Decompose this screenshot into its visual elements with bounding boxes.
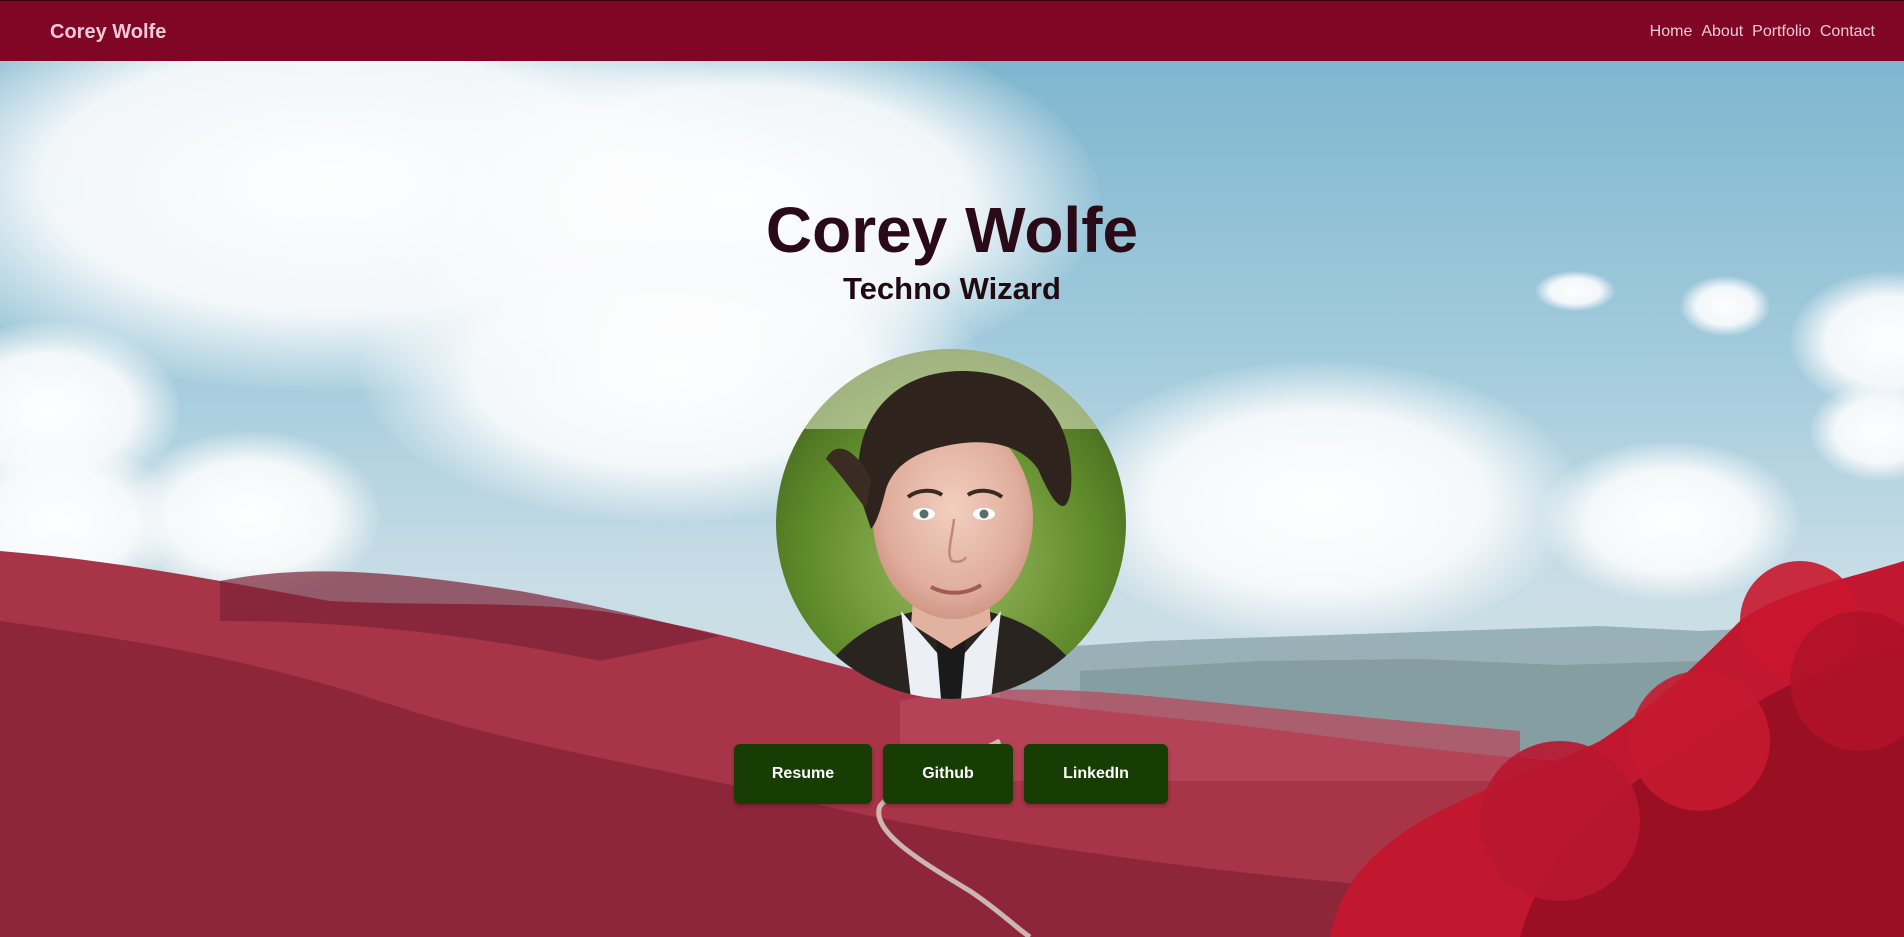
nav-link-home[interactable]: Home [1650,23,1693,41]
nav-links: Home About Portfolio Contact [1650,23,1875,41]
hero-subtitle: Techno Wizard [843,271,1061,306]
linkedin-button[interactable]: LinkedIn [1024,744,1168,804]
resume-button[interactable]: Resume [734,744,872,804]
navbar: Corey Wolfe Home About Portfolio Contact [0,0,1904,61]
nav-link-contact[interactable]: Contact [1820,23,1875,41]
page: Corey Wolfe Home About Portfolio Contact [0,0,1904,937]
profile-photo [776,349,1126,699]
nav-link-about[interactable]: About [1701,23,1743,41]
nav-link-portfolio[interactable]: Portfolio [1752,23,1811,41]
button-group: Resume Github LinkedIn [734,744,1168,804]
github-button[interactable]: Github [883,744,1013,804]
profile-photo-graphic [776,349,1126,699]
brand-link[interactable]: Corey Wolfe [50,21,166,44]
hero-title: Corey Wolfe [765,194,1139,266]
